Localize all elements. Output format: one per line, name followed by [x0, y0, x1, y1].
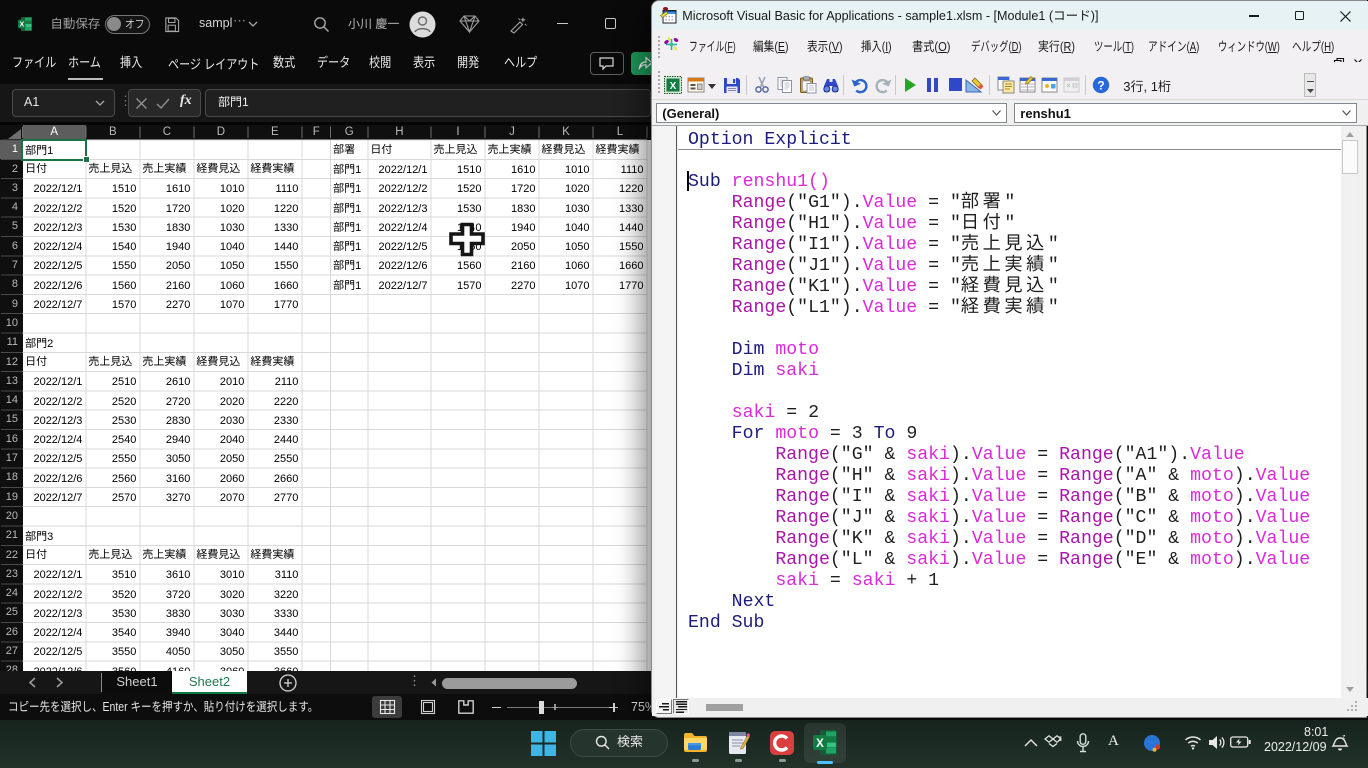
svg-text:z: z: [1342, 734, 1346, 741]
svg-text:?: ?: [1098, 79, 1105, 93]
svg-text:X: X: [816, 738, 824, 750]
svg-text:z: z: [1058, 734, 1062, 743]
svg-text:X: X: [670, 81, 677, 92]
